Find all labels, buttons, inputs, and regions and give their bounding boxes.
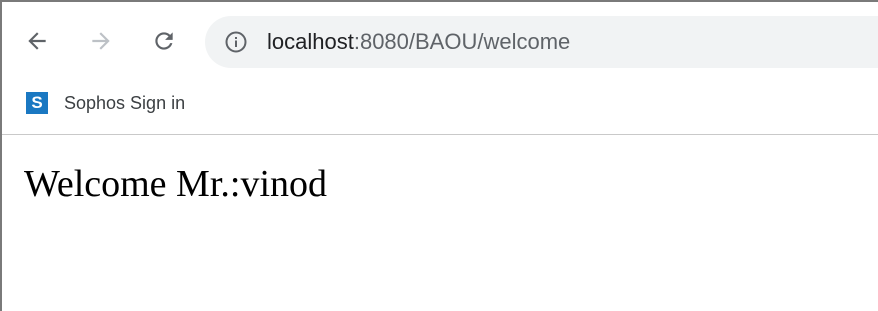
browser-window: localhost:8080/BAOU/welcome S Sophos Sig… — [0, 0, 878, 311]
sophos-icon: S — [26, 92, 48, 114]
forward-button[interactable] — [84, 24, 118, 58]
arrow-right-icon — [92, 32, 110, 50]
arrow-left-icon — [28, 32, 46, 50]
url-path: :8080/BAOU/welcome — [353, 29, 571, 54]
info-icon[interactable] — [224, 30, 248, 54]
url-host: localhost — [267, 29, 354, 54]
url-text[interactable]: localhost:8080/BAOU/welcome — [267, 29, 570, 55]
browser-toolbar: localhost:8080/BAOU/welcome — [2, 2, 878, 80]
bookmarks-bar: S Sophos Sign in — [2, 80, 878, 135]
welcome-message: Welcome Mr.:vinod — [24, 163, 327, 205]
reload-icon — [155, 32, 173, 50]
page-content: Welcome Mr.:vinod — [2, 136, 878, 311]
reload-button[interactable] — [147, 24, 181, 58]
address-bar[interactable]: localhost:8080/BAOU/welcome — [205, 16, 878, 68]
bookmark-label: Sophos Sign in — [64, 92, 186, 113]
back-button[interactable] — [20, 24, 54, 58]
bookmark-sophos-sign-in[interactable]: S Sophos Sign in — [26, 88, 185, 118]
